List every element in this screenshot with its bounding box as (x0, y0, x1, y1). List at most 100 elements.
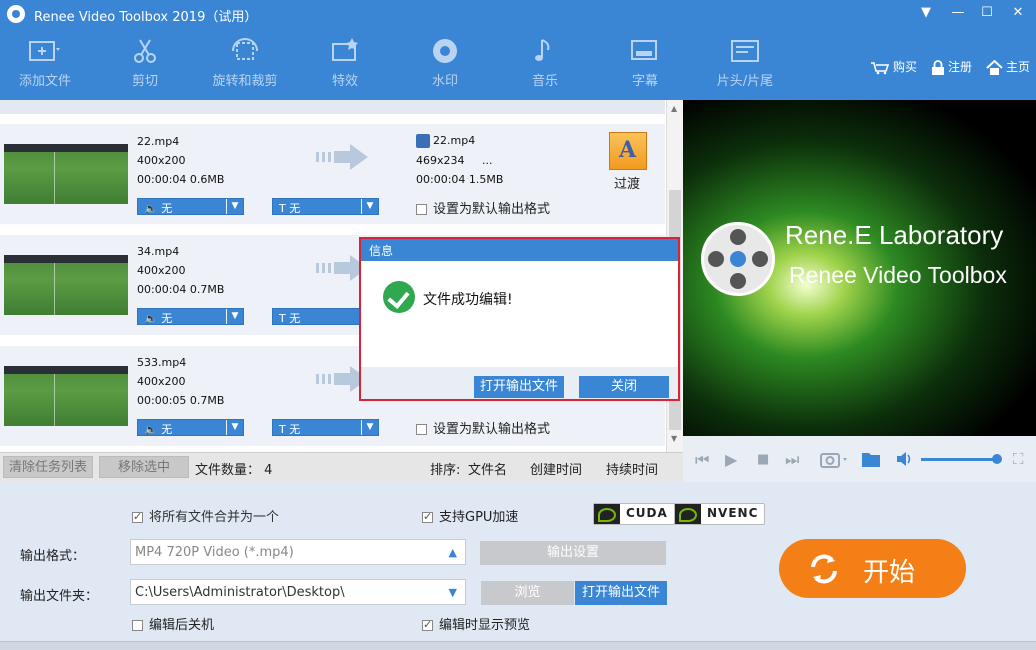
output-folder-label: 输出文件夹： (20, 589, 99, 604)
subtitle-value: T 无 (279, 202, 301, 215)
chevron-down-icon: ▼ (361, 420, 378, 435)
file-name: 34.mp4 (137, 245, 180, 258)
stop-icon[interactable]: ■ (757, 452, 769, 467)
nvenc-badge: NVENC (674, 503, 766, 525)
sort-by-duration[interactable]: 持续时间 (606, 459, 658, 478)
fullscreen-icon[interactable]: ⛶ (1013, 450, 1024, 468)
clear-task-list-button[interactable]: 清除任务列表 (3, 456, 93, 478)
preview-brand-title: Rene.E Laboratory (785, 220, 1004, 250)
register-link[interactable]: 注册 (931, 58, 972, 76)
add-file-button[interactable]: 添加文件 (0, 36, 90, 89)
open-output-file-button[interactable]: 打开输出文件 (474, 376, 564, 398)
preview-brand-subtitle: Renee Video Toolbox (789, 262, 1007, 288)
previous-icon[interactable]: ⏮ (695, 450, 709, 470)
add-file-icon (29, 41, 60, 61)
title-bar: Renee Video Toolbox 2019（试用） ▼ — ☐ ✕ (0, 0, 1036, 28)
video-thumbnail (4, 144, 128, 204)
audio-track-value: 🔈 无 (144, 423, 173, 436)
intro-outro-label: 片头/片尾 (716, 74, 774, 89)
list-top-spacer (0, 100, 665, 114)
close-dialog-button[interactable]: 关闭 (579, 376, 669, 398)
set-default-checkbox[interactable] (416, 204, 427, 215)
edit-icon[interactable] (416, 134, 430, 148)
folder-icon[interactable] (861, 450, 881, 468)
file-row[interactable]: 22.mp4 400x200 00:00:04 0.6MB 22.mp4 469… (0, 124, 665, 224)
set-default-checkbox[interactable] (416, 424, 427, 435)
set-default-format[interactable]: 设置为默认输出格式 (416, 198, 550, 217)
remove-selected-button[interactable]: 移除选中 (99, 456, 189, 478)
menu-dropdown-button[interactable]: ▼ (914, 3, 938, 23)
merge-files-checkbox[interactable] (132, 510, 143, 523)
list-footer: 清除任务列表 移除选中 文件数量： 4 排序: 文件名 创建时间 持续时间 (0, 452, 683, 482)
next-icon[interactable]: ⏭ (785, 450, 799, 470)
nvidia-icon (675, 504, 701, 524)
close-window-button[interactable]: ✕ (1006, 3, 1030, 23)
subtitle-label: 字幕 (631, 74, 658, 89)
scroll-up-icon[interactable]: ▲ (671, 104, 677, 113)
volume-icon[interactable] (896, 451, 914, 467)
watermark-button[interactable]: 水印 (400, 36, 490, 89)
music-button[interactable]: 音乐 (500, 36, 590, 89)
subtitle-select[interactable]: T 无 ▼ (272, 198, 379, 215)
sort-label: 排序: (430, 463, 461, 478)
rotate-crop-button[interactable]: 旋转和裁剪 (200, 36, 290, 89)
set-default-format[interactable]: 设置为默认输出格式 (416, 418, 550, 437)
home-icon (986, 59, 1003, 75)
music-icon (535, 39, 550, 61)
app-logo-icon (7, 5, 25, 23)
success-check-icon (383, 281, 415, 313)
show-preview-checkbox[interactable] (422, 618, 433, 631)
maximize-button[interactable]: ☐ (975, 3, 999, 23)
output-settings-button[interactable]: 输出设置 (480, 541, 666, 565)
file-name: 22.mp4 (137, 135, 180, 148)
effects-icon (332, 38, 358, 61)
gpu-acceleration-option[interactable]: 支持GPU加速 (422, 506, 518, 525)
sort-by-name[interactable]: 文件名 (468, 459, 507, 478)
nvidia-icon (594, 504, 620, 524)
output-folder-select[interactable]: C:\Users\Administrator\Desktop\ ▼ (130, 579, 466, 605)
transition-icon[interactable]: A (609, 132, 647, 170)
home-label: 主页 (1006, 60, 1031, 74)
output-more[interactable]: ... (482, 154, 493, 167)
sort-by-created[interactable]: 创建时间 (530, 459, 582, 478)
audio-track-select[interactable]: 🔈 无 ▼ (137, 308, 244, 325)
subtitle-select[interactable]: T 无 ▼ (272, 419, 379, 436)
watermark-label: 水印 (431, 74, 458, 89)
show-preview-option[interactable]: 编辑时显示预览 (422, 614, 530, 633)
chevron-down-icon: ▼ (226, 420, 243, 435)
audio-track-select[interactable]: 🔈 无 ▼ (137, 419, 244, 436)
volume-slider[interactable] (921, 454, 1002, 464)
scroll-down-icon[interactable]: ▼ (671, 434, 677, 443)
play-icon[interactable]: ▶ (725, 450, 737, 469)
camera-icon[interactable] (820, 450, 850, 468)
minimize-button[interactable]: — (946, 3, 970, 23)
home-link[interactable]: 主页 (986, 58, 1030, 76)
volume-handle[interactable] (992, 454, 1002, 464)
shutdown-after-edit-option[interactable]: 编辑后关机 (132, 614, 214, 633)
browse-button[interactable]: 浏览 (481, 581, 574, 605)
shutdown-checkbox[interactable] (132, 620, 143, 631)
intro-outro-button[interactable]: 片头/片尾 (700, 36, 790, 89)
subtitle-value: T 无 (279, 312, 301, 325)
film-reel-logo-icon (701, 222, 775, 296)
subtitle-button[interactable]: 字幕 (600, 36, 690, 89)
effects-button[interactable]: 特效 (300, 36, 390, 89)
music-label: 音乐 (531, 74, 558, 89)
player-controls: ⏮ ▶ ■ ⏭ ⛶ (683, 436, 1036, 482)
info-dialog: 信息 文件成功编辑! 打开输出文件 关闭 (359, 237, 680, 401)
open-output-folder-button[interactable]: 打开输出文件 (575, 581, 667, 605)
merge-files-option[interactable]: 将所有文件合并为一个 (132, 506, 279, 525)
buy-link[interactable]: 购买 (870, 58, 917, 75)
start-button[interactable]: 开始 (779, 539, 966, 598)
dialog-message: 文件成功编辑! (423, 292, 513, 308)
buy-label: 购买 (893, 60, 918, 74)
output-folder-value: C:\Users\Administrator\Desktop\ (135, 585, 345, 600)
audio-track-select[interactable]: 🔈 无 ▼ (137, 198, 244, 215)
main-toolbar: 添加文件 剪切 旋转和裁剪 特效 水印 音乐 字幕 片头/片尾 购买 注册 主页 (0, 28, 1036, 100)
output-format-select[interactable]: MP4 720P Video (*.mp4) ▲ (130, 539, 466, 565)
gpu-acceleration-checkbox[interactable] (422, 510, 433, 523)
cut-button[interactable]: 剪切 (100, 36, 190, 89)
file-size: 0.7MB (189, 394, 225, 407)
file-resolution: 400x200 (137, 264, 186, 277)
dialog-title: 信息 (361, 239, 678, 261)
